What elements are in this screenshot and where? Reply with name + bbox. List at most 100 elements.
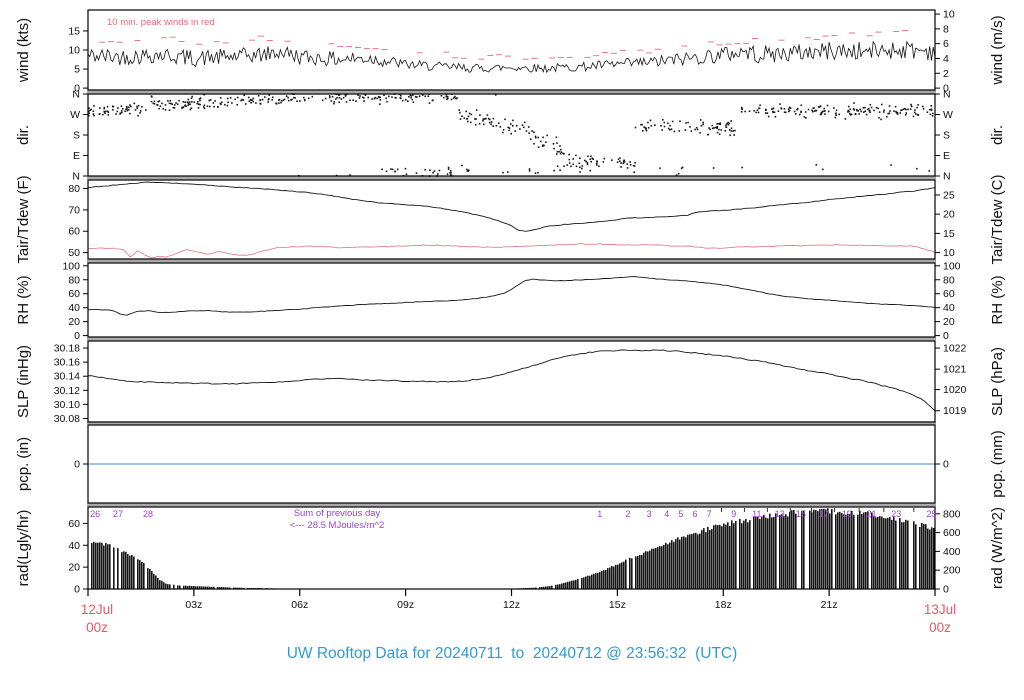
direction-dot (198, 103, 200, 105)
radiation-bar (831, 509, 833, 589)
right-axis-title-slp: SLP (hPa) (989, 347, 1006, 416)
direction-dot (524, 122, 526, 124)
direction-dot (759, 105, 761, 107)
direction-dot (812, 111, 814, 113)
direction-dot (596, 161, 598, 163)
direction-dot (137, 108, 139, 110)
direction-dot (781, 108, 783, 110)
direction-dot (910, 108, 912, 110)
direction-dot (620, 162, 622, 164)
direction-dot (437, 173, 439, 175)
direction-dot (719, 133, 721, 135)
direction-dot (255, 102, 257, 104)
direction-dot (262, 99, 264, 101)
direction-dot (419, 95, 421, 97)
direction-dot (598, 166, 600, 168)
direction-dot (880, 119, 882, 121)
radiation-bar (709, 530, 711, 589)
right-tick-label: 0 (943, 330, 949, 342)
radiation-bar (121, 552, 123, 589)
radiation-bar (763, 515, 765, 589)
left-tick-label: 80 (68, 183, 80, 195)
direction-dot (376, 98, 378, 100)
x-start-hour-label: 00z (86, 620, 108, 635)
direction-dot (575, 155, 577, 157)
direction-dot (576, 166, 578, 168)
direction-dot (617, 161, 619, 163)
direction-dot (108, 112, 110, 114)
direction-dot (897, 113, 899, 115)
direction-dot (476, 109, 478, 111)
direction-dot (450, 170, 452, 172)
direction-dot (650, 120, 652, 122)
direction-dot (162, 108, 164, 110)
direction-dot (516, 125, 518, 127)
radiation-bar (685, 537, 687, 589)
x-axis-tick-label: 18z (715, 599, 732, 611)
direction-dot (713, 127, 715, 129)
direction-dot (464, 117, 466, 119)
direction-dot (104, 113, 106, 115)
right-tick-label: 40 (943, 302, 955, 314)
direction-dot (931, 109, 933, 111)
radiation-bar (849, 514, 851, 589)
direction-dot (755, 112, 757, 114)
direction-dot (913, 116, 915, 118)
radiation-bar (907, 521, 909, 590)
direction-dot (923, 108, 925, 110)
direction-dot (570, 166, 572, 168)
direction-dot (835, 112, 837, 114)
direction-dot (587, 162, 589, 164)
direction-dot (363, 100, 365, 102)
radiation-bar (651, 549, 653, 589)
direction-dot (458, 109, 460, 111)
direction-dot (922, 106, 924, 108)
direction-dot (733, 130, 735, 132)
radiation-bar (589, 576, 591, 589)
direction-dot (699, 132, 701, 134)
direction-dot (813, 107, 815, 109)
direction-dot (592, 158, 594, 160)
direction-dot (120, 112, 122, 114)
direction-dot (799, 114, 801, 116)
radiation-bar (877, 517, 879, 589)
direction-dot (510, 133, 512, 135)
direction-dot (916, 168, 918, 170)
direction-dot (386, 101, 388, 103)
radiation-bar (837, 512, 839, 589)
direction-dot (502, 172, 504, 174)
direction-dot (468, 116, 470, 118)
direction-dot (800, 111, 802, 113)
direction-dot (432, 99, 434, 101)
right-axis-title-dir: dir. (989, 125, 1006, 145)
radiation-bar (137, 559, 139, 589)
direction-dot (823, 111, 825, 113)
direction-dot (299, 100, 301, 102)
direction-dot (905, 114, 907, 116)
radiation-bar (635, 556, 637, 589)
direction-dot (145, 109, 147, 111)
direction-dot (529, 170, 531, 172)
radiation-bar (899, 518, 901, 589)
left-tick-label: 40 (68, 540, 80, 552)
direction-dot (674, 131, 676, 133)
direction-dot (596, 163, 598, 165)
direction-dot (619, 157, 621, 159)
x-end-hour-label: 00z (929, 620, 951, 635)
left-tick-label: 0 (74, 459, 80, 471)
direction-dot (835, 114, 837, 116)
radiation-bar (721, 526, 723, 589)
right-tick-label: 0 (943, 459, 949, 471)
direction-dot (765, 109, 767, 111)
direction-dot (828, 111, 830, 113)
radiation-bar (893, 516, 895, 589)
radiation-bar (681, 537, 683, 589)
direction-dot (715, 127, 717, 129)
radiation-bar (811, 512, 813, 589)
direction-dot (204, 105, 206, 107)
x-axis-tick-label: 06z (291, 599, 308, 611)
direction-dot (491, 121, 493, 123)
radiation-bar (173, 585, 175, 589)
direction-dot (568, 154, 570, 156)
direction-dot (579, 163, 581, 165)
